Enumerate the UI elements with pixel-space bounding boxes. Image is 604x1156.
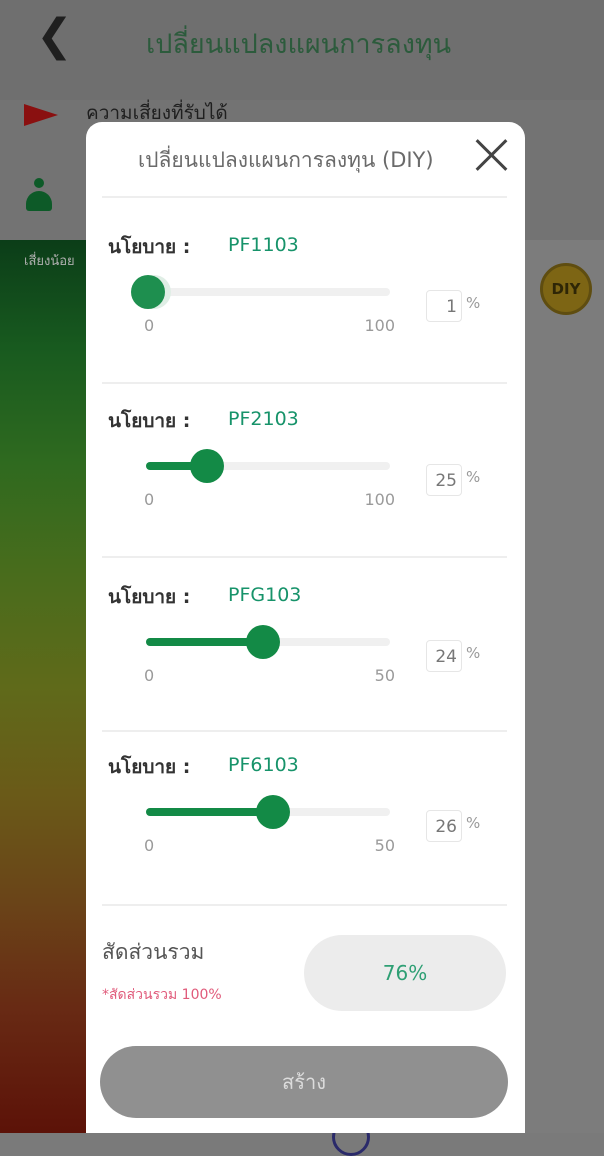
divider [102, 196, 507, 198]
slider-handle[interactable] [131, 275, 166, 309]
diy-plan-modal: เปลี่ยนแปลงแผนการลงทุน (DIY) นโยบาย : PF… [86, 122, 525, 1133]
diy-badge[interactable]: DIY [540, 263, 592, 315]
divider [102, 382, 507, 384]
fund-label: นโยบาย : [108, 236, 191, 258]
person-icon [26, 178, 52, 212]
percent-unit: % [466, 644, 481, 662]
fund-code: PF1103 [228, 234, 299, 256]
slider-max: 100 [364, 490, 395, 509]
fund-label: นโยบาย : [108, 586, 191, 608]
total-label: สัดส่วนรวม [102, 940, 205, 964]
chevron-left-icon[interactable]: ❮ [36, 14, 73, 58]
fund-row: นโยบาย : PFG103 0 50 24 % [86, 582, 525, 752]
slider-min: 0 [144, 836, 155, 855]
fund-code: PF2103 [228, 408, 299, 430]
fund-code: PF6103 [228, 754, 299, 776]
slider-max: 50 [374, 666, 395, 685]
slider-fill [146, 808, 273, 816]
fund-label: นโยบาย : [108, 410, 191, 432]
percent-input[interactable]: 25 [426, 464, 462, 496]
divider [102, 904, 507, 906]
slider-min: 0 [144, 316, 155, 335]
slider-handle[interactable] [255, 795, 290, 829]
slider-handle[interactable] [190, 449, 224, 483]
fund-row: นโยบาย : PF6103 0 50 26 % [86, 752, 525, 922]
slider-max: 100 [364, 316, 395, 335]
allocation-slider[interactable] [146, 449, 390, 483]
slider-max: 50 [374, 836, 395, 855]
background-panel [525, 240, 604, 1133]
total-requirement-note: *สัดส่วนรวม 100% [102, 987, 222, 1003]
close-icon[interactable] [474, 138, 508, 172]
fund-label: นโยบาย : [108, 756, 191, 778]
fund-code: PFG103 [228, 584, 302, 606]
modal-title: เปลี่ยนแปลงแผนการลงทุน (DIY) [138, 148, 434, 172]
percent-unit: % [466, 294, 481, 312]
percent-unit: % [466, 468, 481, 486]
slider-handle[interactable] [246, 625, 281, 659]
allocation-slider[interactable] [146, 625, 390, 659]
allocation-slider[interactable] [146, 795, 390, 829]
total-percentage: 76% [304, 935, 506, 1011]
create-button[interactable]: สร้าง [100, 1046, 508, 1118]
percent-input[interactable]: 24 [426, 640, 462, 672]
risk-gradient-bar [0, 240, 86, 1133]
fund-row: นโยบาย : PF1103 0 100 1 % [86, 232, 525, 402]
allocation-slider[interactable] [131, 275, 390, 309]
percent-input[interactable]: 1 [426, 290, 462, 322]
fund-row: นโยบาย : PF2103 0 100 25 % [86, 406, 525, 576]
app-header: ❮ เปลี่ยนแปลงแผนการลงทุน [0, 0, 604, 100]
risk-gradient-label: เสี่ยงน้อย [24, 254, 75, 269]
divider [102, 556, 507, 558]
page-title: เปลี่ยนแปลงแผนการลงทุน [146, 29, 452, 60]
percent-unit: % [466, 814, 481, 832]
slider-min: 0 [144, 490, 155, 509]
flag-icon [24, 104, 58, 126]
divider [102, 730, 507, 732]
slider-min: 0 [144, 666, 155, 685]
percent-input[interactable]: 26 [426, 810, 462, 842]
